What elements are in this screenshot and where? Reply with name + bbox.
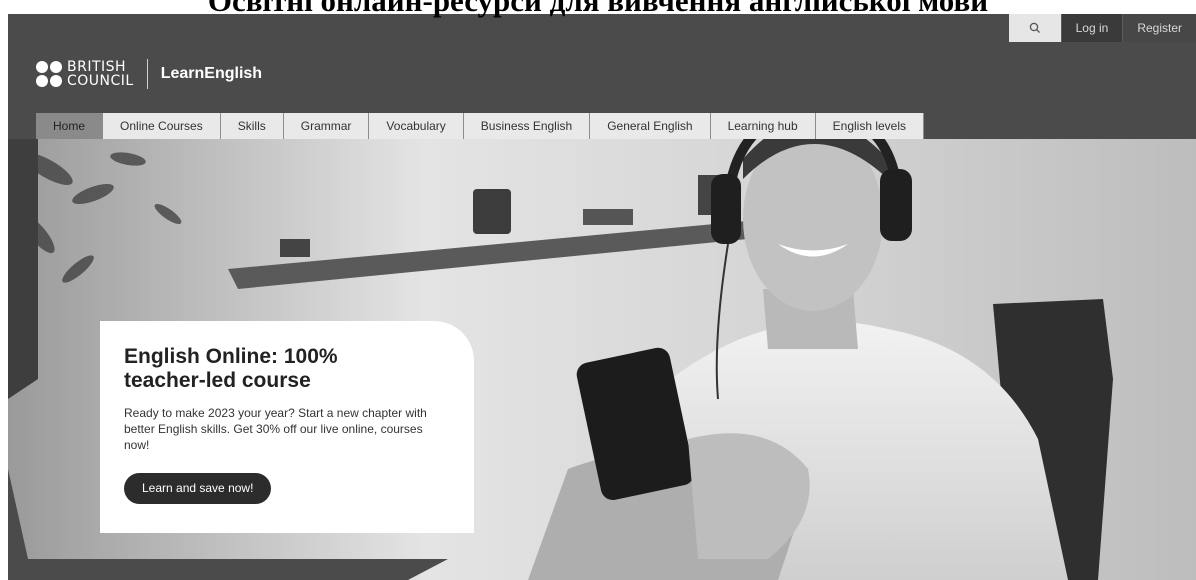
- search-button[interactable]: [1008, 14, 1061, 42]
- register-link[interactable]: Register: [1122, 14, 1196, 42]
- nav-item-home[interactable]: Home: [36, 113, 104, 139]
- main-nav: Home Online Courses Skills Grammar Vocab…: [36, 113, 925, 139]
- promo-text: Ready to make 2023 your year? Start a ne…: [124, 406, 427, 452]
- login-link[interactable]: Log in: [1060, 14, 1123, 42]
- nav-item-english-levels[interactable]: English levels: [815, 113, 925, 139]
- nav-item-grammar[interactable]: Grammar: [283, 113, 370, 139]
- british-council-dots-icon: [36, 61, 62, 87]
- nav-item-online-courses[interactable]: Online Courses: [103, 113, 221, 139]
- promo-card: English Online: 100% teacher-led course …: [100, 321, 474, 533]
- british-council-wordmark: BRITISH COUNCIL: [67, 59, 134, 89]
- utility-bar: Log in Register: [1008, 14, 1196, 42]
- promo-title: English Online: 100% teacher-led course: [124, 345, 338, 392]
- nav-item-general-english[interactable]: General English: [590, 113, 711, 139]
- nav-item-business-english[interactable]: Business English: [463, 113, 591, 139]
- search-icon: [1029, 22, 1040, 33]
- nav-item-vocabulary[interactable]: Vocabulary: [369, 113, 464, 139]
- learnenglish-wordmark: LearnEnglish: [160, 65, 263, 82]
- learn-and-save-button[interactable]: Learn and save now!: [124, 473, 272, 504]
- nav-item-learning-hub[interactable]: Learning hub: [710, 113, 816, 139]
- logo-divider: [146, 59, 148, 89]
- nav-item-skills[interactable]: Skills: [220, 113, 284, 139]
- site-logo[interactable]: BRITISH COUNCIL LearnEnglish: [36, 58, 262, 90]
- document-caption: Освітні онлайн-ресурси для вивчення англ…: [207, 0, 989, 18]
- learnenglish-site: Log in Register BRITISH COUNCIL LearnEng…: [8, 14, 1196, 580]
